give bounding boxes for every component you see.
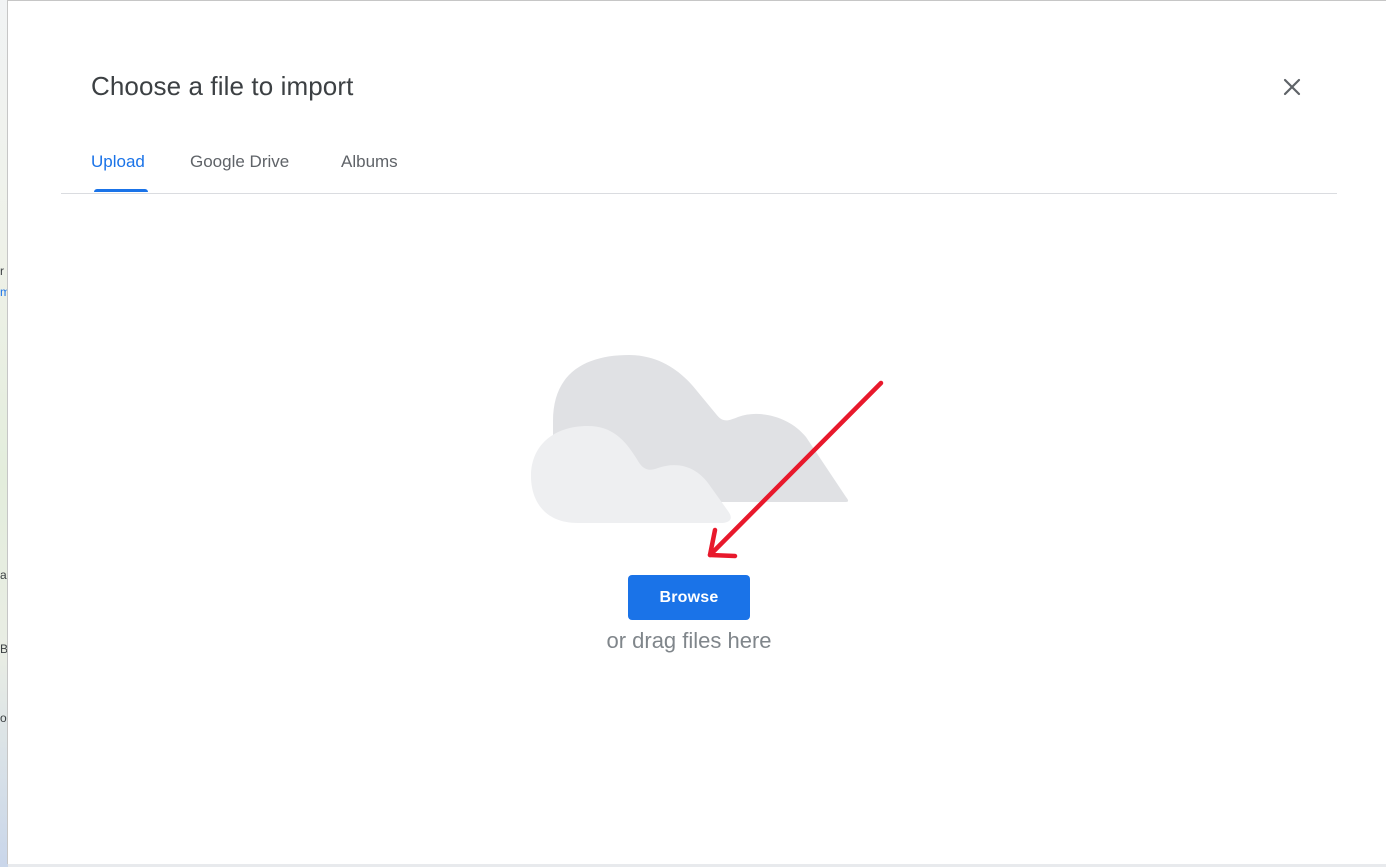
upload-illustration (531, 355, 884, 559)
cloud-icon (531, 355, 849, 523)
import-file-dialog: Choose a file to import Upload Google Dr… (7, 0, 1386, 864)
drag-files-hint: or drag files here (606, 628, 772, 653)
browse-button[interactable]: Browse (628, 575, 750, 620)
